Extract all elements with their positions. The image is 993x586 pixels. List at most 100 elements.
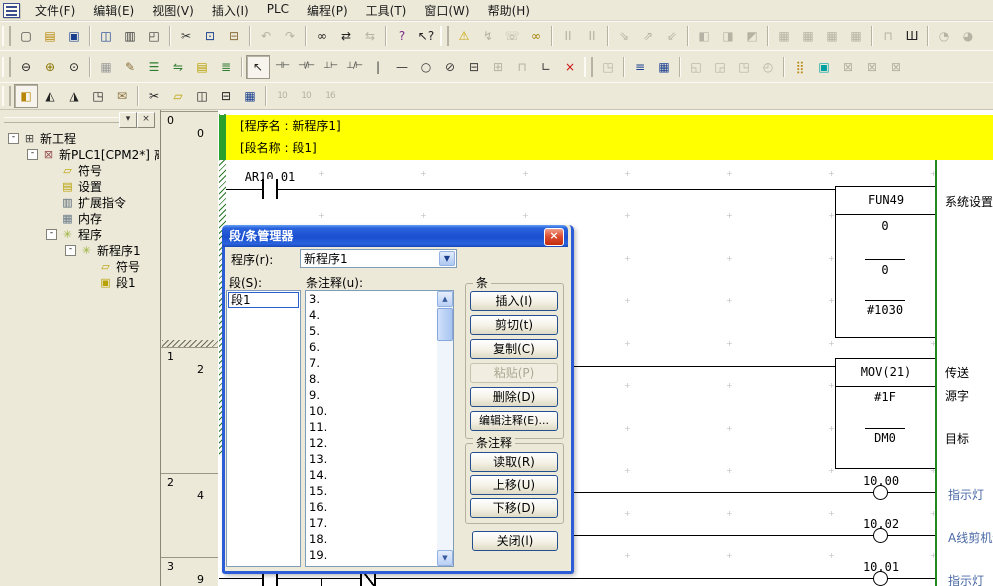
contact-ar10-01[interactable]	[262, 179, 278, 199]
cycle-time-button[interactable]: ◔	[932, 24, 956, 48]
new-closed-coil-button[interactable]: ⊘	[438, 55, 462, 79]
tree-expander-icon[interactable]: -	[27, 149, 38, 160]
dialog-title-bar[interactable]: 段/条管理器 ×	[222, 225, 568, 247]
symbol-table-button[interactable]: ≡	[628, 55, 652, 79]
output-window-1-button[interactable]: ⊠	[836, 55, 860, 79]
scroll-up-icon[interactable]: ▲	[437, 291, 453, 307]
fun49-operand-1[interactable]: 0	[836, 219, 934, 233]
comment-list-item[interactable]: 8.	[306, 371, 436, 387]
address-reference-button[interactable]: ◳	[86, 84, 110, 108]
comment-list-item[interactable]: 6.	[306, 339, 436, 355]
monitor-hex-button[interactable]: 16	[318, 84, 342, 108]
monitor-signed-decimal-button[interactable]: 10	[294, 84, 318, 108]
comment-list-item[interactable]: 13.	[306, 451, 436, 467]
comment-list-item[interactable]: 7.	[306, 355, 436, 371]
new-coil-button[interactable]: ○	[414, 55, 438, 79]
comment-list-item[interactable]: 14.	[306, 467, 436, 483]
comment-list-item[interactable]: 15.	[306, 483, 436, 499]
menu-item[interactable]: 文件(F)	[26, 1, 84, 20]
rung-annotation-list-button[interactable]: ☰	[142, 55, 166, 79]
replace-button[interactable]: ⇄	[334, 24, 358, 48]
work-online-button[interactable]: ⚠	[452, 24, 476, 48]
compare-with-plc-button[interactable]: ⇙	[660, 24, 684, 48]
new-closed-instruction-button[interactable]: ⊞	[486, 55, 510, 79]
program-mode-button[interactable]: II	[556, 24, 580, 48]
monitor-in-rung-button[interactable]: ▤	[190, 55, 214, 79]
monitor-window-4-button[interactable]: ▦	[844, 24, 868, 48]
cancel-online-edit-button[interactable]: ◩	[740, 24, 764, 48]
find-next-button[interactable]: ⇆	[358, 24, 382, 48]
tree-expander-icon[interactable]: -	[65, 245, 76, 256]
comment-list-item[interactable]: 18.	[306, 531, 436, 547]
find-button[interactable]: ∞	[310, 24, 334, 48]
tree-item-settings[interactable]: - ▤ 设置	[0, 178, 159, 194]
new-instruction-button[interactable]: ⊟	[462, 55, 486, 79]
transfer-to-plc-button[interactable]: ⇘	[612, 24, 636, 48]
auto-online-button[interactable]: ↯	[476, 24, 500, 48]
rung-number-1[interactable]: 1	[167, 350, 174, 363]
tree-expander-icon[interactable]: -	[8, 133, 19, 144]
section-listbox[interactable]: 段1	[226, 290, 301, 567]
new-project-button[interactable]: ▢	[14, 24, 38, 48]
rung-number-2[interactable]: 2	[167, 476, 174, 489]
tree-expander-icon[interactable]: -	[46, 229, 57, 240]
paste-button[interactable]: ⊟	[222, 24, 246, 48]
zoom-out-button[interactable]: ⊙	[62, 55, 86, 79]
mov-instruction-block[interactable]: MOV(21) #1F DM0	[835, 358, 937, 469]
compile-program-button[interactable]: ◫	[94, 24, 118, 48]
comment-list-item[interactable]: 4.	[306, 307, 436, 323]
io-comment-edit-button[interactable]: ✉	[110, 84, 134, 108]
tree-item-project[interactable]: - ⊞ 新工程	[0, 130, 159, 146]
monitor-window-3-button[interactable]: ▦	[820, 24, 844, 48]
toggle-grid-button[interactable]: ▦	[94, 55, 118, 79]
new-contact-button[interactable]: ⊣⊢	[270, 55, 294, 79]
menu-item[interactable]: 窗口(W)	[415, 1, 478, 20]
tree-item-program1-symbols[interactable]: - ▱ 符号	[0, 258, 159, 274]
section-manager-button[interactable]: ▱	[166, 84, 190, 108]
tree-item-programs[interactable]: - ✳ 程序	[0, 226, 159, 242]
new-horizontal-line-button[interactable]: —	[390, 55, 414, 79]
comment-list-item[interactable]: 12.	[306, 435, 436, 451]
section-cut-button[interactable]: ✂	[142, 84, 166, 108]
monitor-online-button[interactable]: ∞	[524, 24, 548, 48]
menu-item[interactable]: 帮助(H)	[479, 1, 539, 20]
select-mode-button[interactable]: ↖	[246, 55, 270, 79]
comment-list-item[interactable]: 19.	[306, 547, 436, 563]
print-preview-button[interactable]: ◰	[142, 24, 166, 48]
new-differential-instruction-button[interactable]: ⊓	[510, 55, 534, 79]
io-table-button[interactable]: ◫	[190, 84, 214, 108]
save-project-button[interactable]: ▣	[62, 24, 86, 48]
simulator-online-button[interactable]: ☏	[500, 24, 524, 48]
online-edit-button[interactable]: ◧	[692, 24, 716, 48]
close-button[interactable]: 关闭(l)	[472, 531, 558, 551]
cross-reference-report-button[interactable]: ◮	[62, 84, 86, 108]
coil-10-01[interactable]	[873, 571, 888, 586]
context-help-button[interactable]: ↖?	[414, 24, 438, 48]
output-window-3-button[interactable]: ⊠	[884, 55, 908, 79]
plc-settings-window-button[interactable]: ⊟	[214, 84, 238, 108]
time-chart-monitor-button[interactable]: Ш	[900, 24, 924, 48]
move-down-button[interactable]: 下移(D)	[470, 498, 558, 518]
tree-item-plc-symbols[interactable]: - ▱ 符号	[0, 162, 159, 178]
address-reference-tool-button[interactable]: ⣿	[788, 55, 812, 79]
comment-list-item[interactable]: 17.	[306, 515, 436, 531]
rung-number-0[interactable]: 0	[167, 114, 174, 127]
section-header-band[interactable]: [程序名 : 新程序1] [段名称 : 段1]	[226, 115, 993, 160]
fun49-instruction-block[interactable]: FUN49 0 0 #1030	[835, 186, 937, 338]
menu-item[interactable]: 视图(V)	[143, 1, 203, 20]
cut-rung-button[interactable]: 剪切(t)	[470, 315, 558, 335]
rung-comment-button[interactable]: ✎	[118, 55, 142, 79]
compact-rung-button[interactable]: ≣	[214, 55, 238, 79]
zoom-shrink-button[interactable]: ⊖	[14, 55, 38, 79]
monitor-decimal-button[interactable]: 10	[270, 84, 294, 108]
help-button[interactable]: ?	[390, 24, 414, 48]
workspace-close-button[interactable]: ×	[137, 112, 155, 128]
tree-item-memory[interactable]: - ▦ 内存	[0, 210, 159, 226]
new-connecting-line-button[interactable]: ∟	[534, 55, 558, 79]
mov-operand-1[interactable]: #1F	[836, 390, 934, 404]
rung-number-3[interactable]: 3	[167, 560, 174, 573]
monitor-mode-button[interactable]: II	[580, 24, 604, 48]
io-comment-view-button[interactable]: ▦	[652, 55, 676, 79]
comment-list-item[interactable]: 11.	[306, 419, 436, 435]
coil-10-00[interactable]	[873, 485, 888, 500]
